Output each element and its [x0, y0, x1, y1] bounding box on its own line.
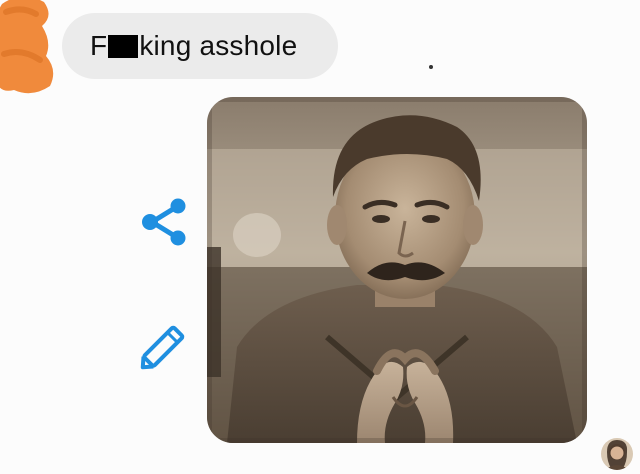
censor-bar — [108, 34, 139, 58]
share-button[interactable] — [140, 196, 190, 248]
message-text-end: king asshole — [139, 30, 298, 61]
seen-receipt-avatar — [601, 438, 633, 470]
photo-image — [207, 97, 587, 443]
pencil-icon — [140, 325, 185, 370]
share-icon — [142, 198, 186, 246]
photo-message[interactable] — [207, 97, 587, 443]
incoming-message-bubble[interactable]: Fking asshole — [62, 13, 338, 79]
stray-dot — [429, 65, 433, 69]
chat-screen: Fking asshole — [0, 0, 640, 474]
edit-button[interactable] — [136, 318, 192, 374]
message-text-start: F — [90, 30, 108, 61]
redacted-sender-avatar — [0, 0, 54, 94]
